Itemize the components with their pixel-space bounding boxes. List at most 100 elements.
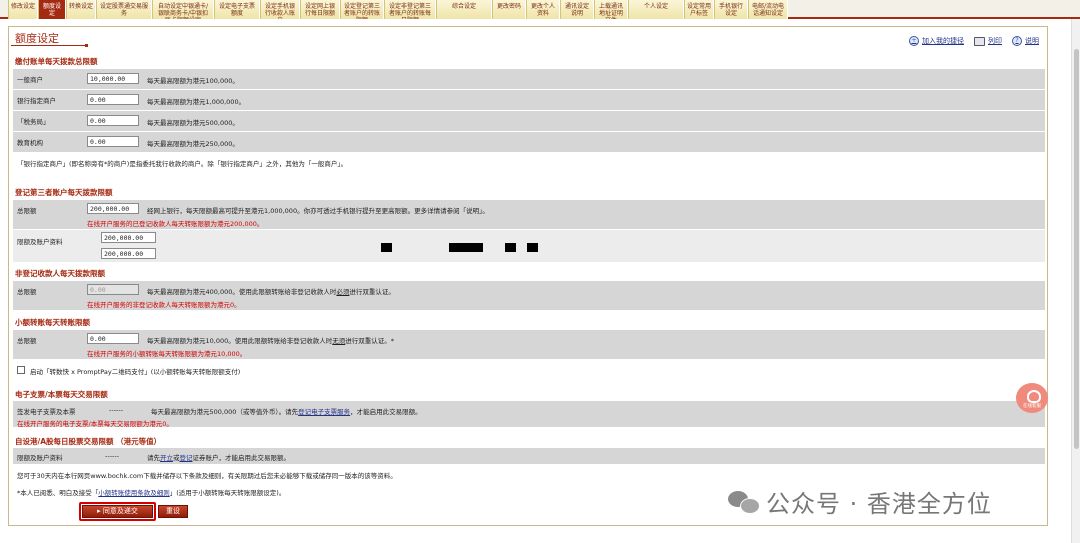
redacted-block bbox=[505, 243, 516, 252]
row-description: 每天最高限额为港元10,000。使用此限额转账给非登记收款人时无须进行双重认证。… bbox=[147, 335, 394, 345]
registered-total-limit-input[interactable] bbox=[87, 203, 139, 214]
tab-8[interactable]: 设定登记第三者账户的转账限额 bbox=[340, 0, 384, 19]
row-label: 一般商户 bbox=[17, 76, 43, 84]
row-red-note: 在线开户服务的电子支票/本票每天交易限额为港元0。 bbox=[17, 420, 173, 428]
bookmark-icon: + bbox=[909, 36, 919, 46]
row-label: 签发电子支票及本票 bbox=[17, 408, 76, 416]
tab-12[interactable]: 更改个人资料 bbox=[526, 0, 560, 19]
submit-highlight-box: ▸ 同意及递交 bbox=[79, 502, 156, 521]
terms-text: 」(适用于小额转账每天转账限额设定)。 bbox=[169, 489, 286, 497]
row-red-note: 在线开户服务的小额转账每天转账限额为港元10,000。 bbox=[87, 350, 247, 358]
unregistered-total-row: 总限额 每天最高限额为港元400,000。使用此限额转账给非登记收款人时必须进行… bbox=[13, 281, 1045, 311]
row-description: 请先开立或登记证券账户，才能启用此交易限额。 bbox=[147, 452, 290, 462]
desc-text: 进行双重认证。* bbox=[345, 337, 394, 345]
register-echeque-link[interactable]: 登记电子支票服务 bbox=[298, 408, 350, 416]
account-limit-input-2[interactable] bbox=[101, 248, 156, 259]
reset-button[interactable]: 重设 bbox=[158, 505, 188, 518]
row-label: 总限额 bbox=[17, 207, 37, 215]
tab-0[interactable]: 修改设定 bbox=[8, 0, 38, 19]
row-description: 每天最高限额为港元500,000（或等值外币）。请先登记电子支票服务，才能启用此… bbox=[151, 406, 422, 416]
unregistered-limit-input bbox=[87, 284, 139, 295]
settings-tab-bar: 修改设定额度设定转换设定设定股票通交易服务自动设定中银通卡/银联商务卡/中银扣账… bbox=[0, 0, 1080, 19]
wechat-icon bbox=[728, 489, 760, 515]
help-link[interactable]: ? 说明 bbox=[1012, 36, 1039, 46]
desc-text: 每天最高限额为港元400,000。使用此限额转账给非登记收款人时 bbox=[147, 288, 337, 296]
add-bookmark-label: 加入我的捷径 bbox=[922, 37, 964, 45]
print-link[interactable]: 列印 bbox=[974, 36, 1002, 46]
tab-11[interactable]: 更改密码 bbox=[492, 0, 526, 19]
page-title: 额度设定 bbox=[15, 32, 59, 45]
registered-accounts-row: 限额及账户资料 bbox=[13, 230, 1045, 263]
tab-14[interactable]: 上载通讯地址证明文件 bbox=[594, 0, 628, 19]
account-limit-input-1[interactable] bbox=[101, 232, 156, 243]
tab-4[interactable]: 自动设定中银通卡/银联商务卡/中银扣账卡限额设定 bbox=[152, 0, 214, 19]
bill-payment-row-ird: 「税务局」 每天最高限额为港元500,000。 bbox=[13, 111, 1045, 132]
echeque-dashes: ------ bbox=[109, 406, 124, 414]
tab-9[interactable]: 设定非登记第三者账户的转账每日限额 bbox=[384, 0, 436, 19]
desc-text: 每天最高限额为港元10,000。使用此限额转账给非登记收款人时 bbox=[147, 337, 333, 345]
echeque-section-title: 电子支票/本票每天交易限额 bbox=[15, 390, 108, 399]
scrollbar-thumb[interactable] bbox=[1074, 49, 1079, 449]
watermark-text: 公众号 · 香港全方位 bbox=[766, 490, 992, 518]
row-description: 每天最高限额为港元1,000,000。 bbox=[147, 98, 246, 106]
agree-submit-button[interactable]: ▸ 同意及递交 bbox=[82, 505, 153, 518]
tab-1[interactable]: 额度设定 bbox=[38, 0, 66, 19]
row-label: 限额及账户资料 bbox=[17, 454, 63, 462]
register-securities-link[interactable]: 登记 bbox=[180, 454, 193, 462]
small-value-total-row: 总限额 每天最高限额为港元10,000。使用此限额转账给非登记收款人时无须进行双… bbox=[13, 330, 1045, 360]
vertical-scrollbar[interactable] bbox=[1071, 19, 1080, 543]
tab-7[interactable]: 设定网上银行每日限额 bbox=[300, 0, 340, 19]
limit-settings-panel: 额度设定 + 加入我的捷径 列印 ? 说明 缴付账单每天拨款总限额 一般商户 每… bbox=[8, 26, 1048, 526]
tab-5[interactable]: 设定电子支票额度 bbox=[214, 0, 260, 19]
print-label: 列印 bbox=[988, 37, 1002, 45]
bill-payment-row-designated: 银行指定商户 每天最高限额为港元1,000,000。 bbox=[13, 90, 1045, 111]
stock-section-title: 自设港/A股每日股票交易限额 （港元等值） bbox=[15, 437, 162, 446]
help-label: 说明 bbox=[1025, 37, 1039, 45]
desc-text: 进行双重认证。 bbox=[349, 288, 395, 296]
row-label: 总限额 bbox=[17, 337, 37, 345]
bill-payment-row-general: 一般商户 每天最高限额为港元100,000。 bbox=[13, 69, 1045, 90]
tab-2[interactable]: 转换设定 bbox=[66, 0, 96, 19]
designated-merchant-limit-input[interactable] bbox=[87, 94, 139, 105]
general-merchant-limit-input[interactable] bbox=[87, 73, 139, 84]
tab-15[interactable]: 个人设定 bbox=[628, 0, 684, 19]
small-value-limit-input[interactable] bbox=[87, 333, 139, 344]
small-value-terms-link[interactable]: 小额转账使用条款及细则 bbox=[98, 489, 170, 497]
tab-3[interactable]: 设定股票通交易服务 bbox=[96, 0, 152, 19]
submit-label: 同意及递交 bbox=[102, 507, 138, 515]
desc-text: 每天最高限额为港元500,000（或等值外币）。请先 bbox=[151, 408, 299, 416]
desc-text: ，才能启用此交易限额。 bbox=[350, 408, 422, 416]
registered-payee-section-title: 登记第三者账户每天拨款限额 bbox=[15, 188, 113, 197]
tab-10[interactable]: 综合设定 bbox=[436, 0, 492, 19]
echeque-row: 签发电子支票及本票 ------ 每天最高限额为港元500,000（或等值外币）… bbox=[13, 401, 1045, 428]
row-description: 经网上银行，每天限额最高可提升至港元1,000,000。你亦可透过手机银行提升至… bbox=[147, 207, 489, 215]
desc-text: 请先 bbox=[147, 454, 160, 462]
fps-promptpay-checkbox[interactable] bbox=[17, 366, 25, 374]
online-service-float-button[interactable]: 在线客服 bbox=[1016, 383, 1048, 413]
registered-total-row: 总限额 经网上银行，每天限额最高可提升至港元1,000,000。你亦可透过手机银… bbox=[13, 200, 1045, 230]
stock-dashes: ------ bbox=[105, 452, 120, 460]
desc-text: 证券账户，才能启用此交易限额。 bbox=[192, 454, 291, 462]
row-description: 每天最高限额为港元250,000。 bbox=[147, 140, 239, 148]
terms-note: *本人已阅悉、明白及接受「小额转账使用条款及细则」(适用于小额转账每天转账限额设… bbox=[17, 487, 285, 497]
redacted-block bbox=[449, 243, 483, 252]
bill-payment-row-education: 教育机构 每天最高限额为港元250,000。 bbox=[13, 132, 1045, 153]
add-bookmark-link[interactable]: + 加入我的捷径 bbox=[909, 36, 964, 46]
row-description: 每天最高限额为港元500,000。 bbox=[147, 119, 239, 127]
open-securities-link[interactable]: 开立 bbox=[160, 454, 173, 462]
tab-13[interactable]: 通讯设定说明 bbox=[560, 0, 594, 19]
row-label: 总限额 bbox=[17, 288, 37, 296]
wechat-watermark: 公众号 · 香港全方位 bbox=[728, 484, 992, 519]
desc-underline: 必须 bbox=[336, 288, 350, 296]
tab-17[interactable]: 手机银行设定 bbox=[714, 0, 748, 19]
redacted-block bbox=[527, 243, 538, 252]
ird-limit-input[interactable] bbox=[87, 115, 139, 126]
row-label: 银行指定商户 bbox=[17, 97, 56, 105]
education-limit-input[interactable] bbox=[87, 136, 139, 147]
tab-6[interactable]: 设定手机银行收款人账户 bbox=[260, 0, 300, 19]
row-label: 教育机构 bbox=[17, 139, 43, 147]
tab-18[interactable]: 电邮/流动电话通知设定 bbox=[748, 0, 788, 19]
tab-16[interactable]: 设定常用户标签 bbox=[684, 0, 714, 19]
merchant-note: 「银行指定商户」(即名称旁有*的商户)是指委托我行收款的商户。除「银行指定商户」… bbox=[17, 160, 348, 168]
stock-limit-row: 限额及账户资料 ------ 请先开立或登记证券账户，才能启用此交易限额。 bbox=[13, 448, 1045, 465]
